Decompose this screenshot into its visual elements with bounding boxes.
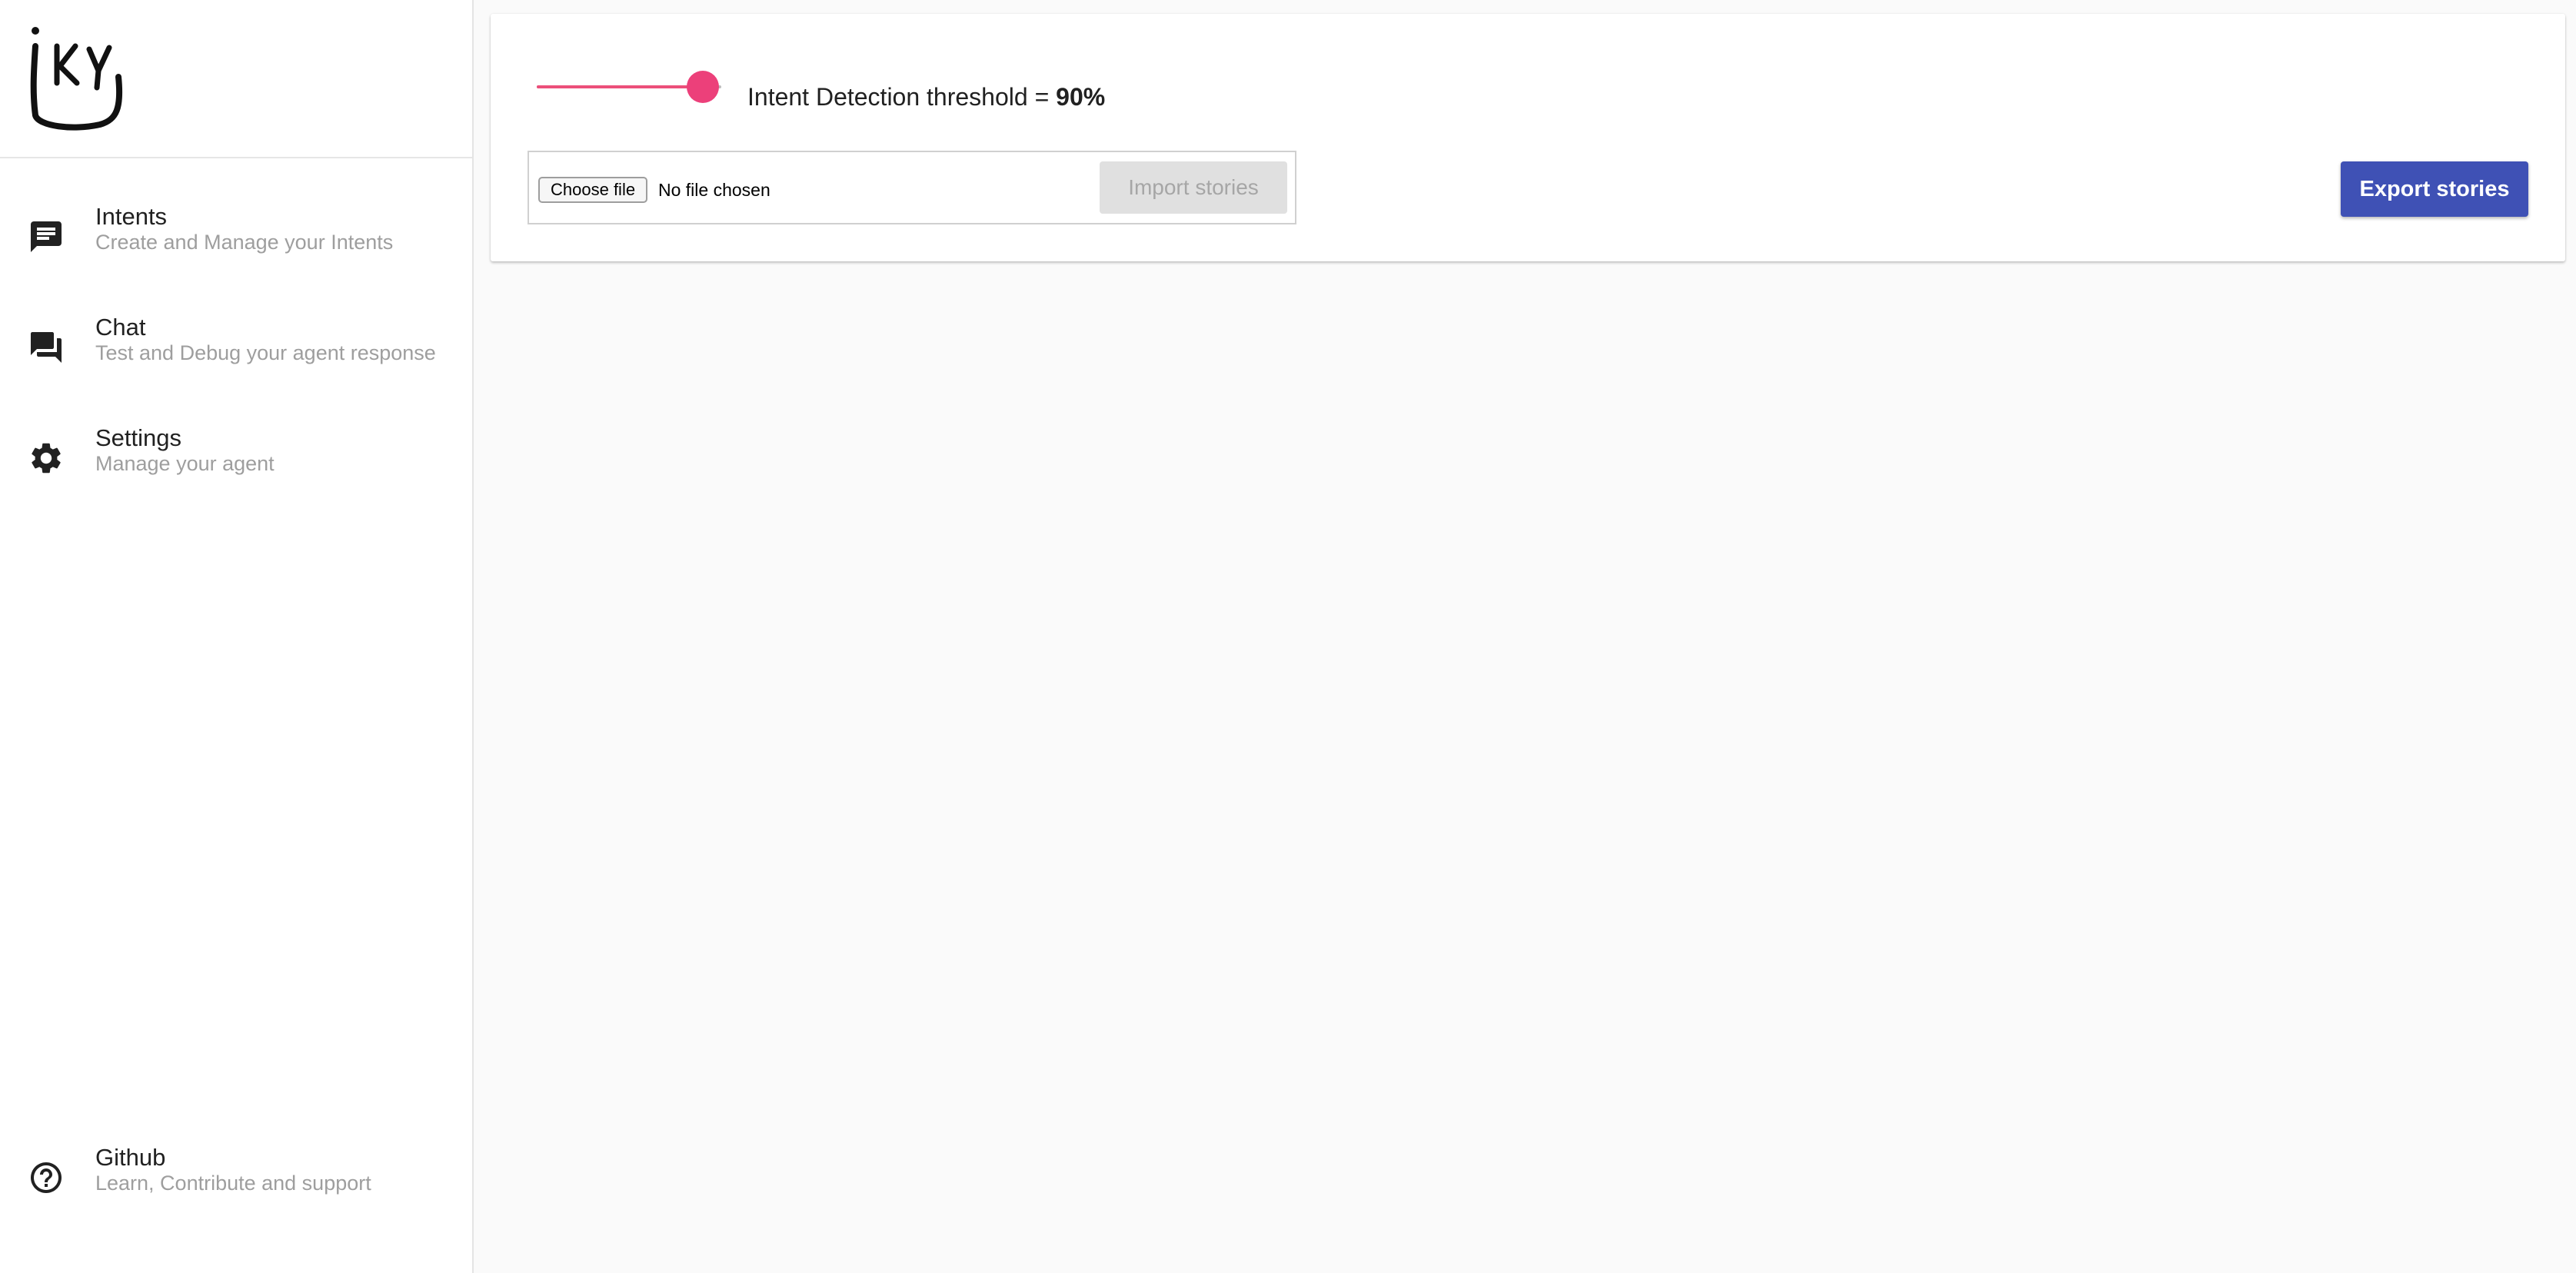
import-stories-button[interactable]: Import stories <box>1100 161 1287 214</box>
sidebar-item-settings[interactable]: Settings Manage your agent <box>0 420 472 512</box>
sidebar-item-title: Chat <box>95 314 146 341</box>
iky-logo-icon <box>30 27 123 131</box>
app-logo[interactable] <box>26 23 126 131</box>
file-status: No file chosen <box>658 180 770 200</box>
threshold-value: 90% <box>1056 83 1106 111</box>
import-form: Choose file No file chosen Import storie… <box>528 151 1296 224</box>
sidebar-item-subtitle: Test and Debug your agent response <box>95 341 436 364</box>
sidebar-item-chat[interactable]: Chat Test and Debug your agent response <box>0 309 472 401</box>
sidebar-item-title: Intents <box>95 203 168 230</box>
slider-fill <box>537 85 703 88</box>
sidebar-item-github[interactable]: Github Learn, Contribute and support <box>0 1139 472 1231</box>
main-content: Intent Detection threshold = 90% Choose … <box>474 0 2576 1273</box>
threshold-label-text: Intent Detection threshold = <box>747 83 1057 111</box>
threshold-slider[interactable] <box>537 68 721 106</box>
sidebar: Intents Create and Manage your Intents C… <box>0 0 474 1273</box>
logo-area <box>0 0 472 158</box>
gear-icon <box>28 440 65 477</box>
message-icon <box>28 218 65 255</box>
slider-thumb[interactable] <box>687 71 719 103</box>
sidebar-item-subtitle: Manage your agent <box>95 452 275 475</box>
help-circle-icon <box>28 1159 65 1196</box>
sidebar-item-intents[interactable]: Intents Create and Manage your Intents <box>0 198 472 291</box>
export-stories-button[interactable]: Export stories <box>2341 161 2528 217</box>
choose-file-button[interactable]: Choose file <box>538 177 648 203</box>
sidebar-item-subtitle: Create and Manage your Intents <box>95 231 394 254</box>
threshold-label: Intent Detection threshold = 90% <box>747 83 1105 111</box>
sidebar-item-title: Github <box>95 1144 166 1171</box>
forum-icon <box>28 329 65 366</box>
settings-card: Intent Detection threshold = 90% Choose … <box>491 14 2565 261</box>
sidebar-item-subtitle: Learn, Contribute and support <box>95 1172 371 1195</box>
sidebar-item-title: Settings <box>95 424 182 451</box>
